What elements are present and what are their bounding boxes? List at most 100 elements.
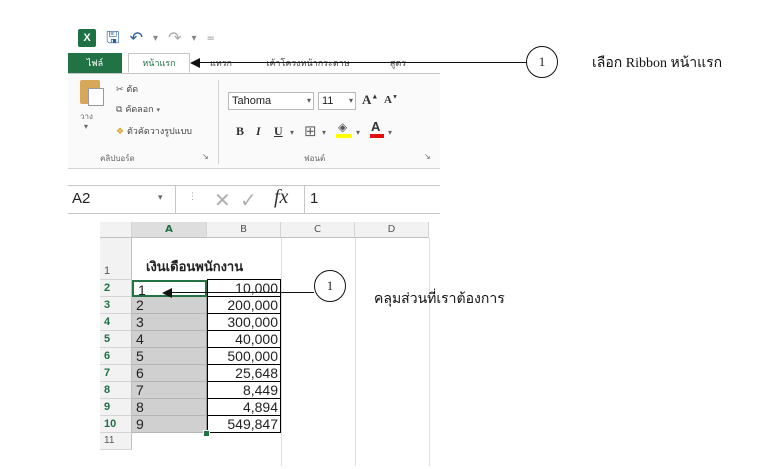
format-painter-button[interactable]: ❖ ตัวคัดวางรูปแบบ [116, 124, 192, 138]
borders-icon[interactable]: ⊞ [304, 122, 317, 140]
font-name-value: Tahoma [232, 95, 272, 107]
row-header[interactable]: 11 [100, 433, 132, 450]
shrink-font-label: A [384, 94, 392, 106]
gridline [355, 238, 356, 466]
row-header[interactable]: 3 [100, 297, 132, 314]
table-cell-b[interactable]: 40,000 [207, 331, 281, 348]
font-group-label: ฟอนต์ [304, 154, 326, 163]
redo-dropdown-icon[interactable]: ▾ [191, 33, 196, 44]
table-cell-a[interactable]: 2 [132, 297, 207, 314]
paintbrush-icon: ❖ [116, 127, 125, 137]
row-header[interactable]: 8 [100, 382, 132, 399]
callout-number: 1 [314, 270, 346, 302]
callout-line [168, 292, 314, 294]
font-color-dropdown-icon[interactable]: ▾ [388, 128, 392, 137]
group-divider [218, 80, 219, 164]
customize-qat-icon[interactable]: = [207, 33, 215, 44]
row-header[interactable]: 10 [100, 416, 132, 433]
table-cell-a[interactable]: 7 [132, 382, 207, 399]
formula-divider [304, 186, 305, 213]
font-launcher-icon[interactable]: ↘ [424, 152, 431, 161]
table-cell-b[interactable]: 500,000 [207, 348, 281, 365]
select-all-corner[interactable] [100, 222, 132, 238]
table-cell-a[interactable]: 8 [132, 399, 207, 416]
copy-label: คัดลอก [125, 105, 154, 115]
column-header-c[interactable]: C [281, 222, 355, 238]
insert-function-icon[interactable]: fx [274, 186, 288, 209]
fill-color-icon[interactable]: ◈ [336, 120, 352, 138]
table-cell-a[interactable]: 5 [132, 348, 207, 365]
row-header[interactable]: 9 [100, 399, 132, 416]
gridline [281, 238, 282, 466]
font-size-dropdown-icon: ▾ [348, 96, 353, 105]
table-cell-b[interactable]: 300,000 [207, 314, 281, 331]
column-header-a[interactable]: A [132, 222, 207, 238]
undo-icon[interactable]: ↶ [130, 30, 143, 46]
undo-dropdown-icon[interactable]: ▾ [153, 33, 158, 44]
gridline [429, 238, 430, 466]
font-size-select[interactable]: 11 ▾ [318, 92, 356, 110]
bold-button[interactable]: B [236, 124, 244, 139]
sheet-title-cell[interactable]: เงินเดือนพนักงาน [146, 256, 243, 277]
borders-dropdown-icon[interactable]: ▾ [322, 128, 326, 137]
table-cell-b[interactable]: 200,000 [207, 297, 281, 314]
font-name-dropdown-icon: ▾ [306, 96, 311, 105]
clipboard-group-label: คลิปบอร์ด [100, 154, 135, 163]
font-size-value: 11 [322, 95, 334, 107]
table-cell-a[interactable]: 9 [132, 416, 207, 433]
callout-text: คลุมส่วนที่เราต้องการ [374, 292, 505, 307]
grow-font-button[interactable]: A▲ [362, 92, 378, 108]
redo-icon[interactable]: ↷ [168, 30, 181, 46]
scissors-icon: ✂ [116, 85, 124, 95]
table-cell-a[interactable]: 4 [132, 331, 207, 348]
fill-handle[interactable] [203, 430, 210, 437]
row-header[interactable]: 6 [100, 348, 132, 365]
clipboard-launcher-icon[interactable]: ↘ [202, 152, 209, 161]
formula-bar-grip-icon: ⋮ [188, 192, 197, 202]
underline-button[interactable]: U [274, 124, 283, 139]
fill-color-dropdown-icon[interactable]: ▾ [356, 128, 360, 137]
table-cell-b[interactable]: 549,847 [207, 416, 281, 433]
callout-text: เลือก Ribbon หน้าแรก [592, 56, 723, 71]
column-header-d[interactable]: D [355, 222, 429, 238]
copy-icon: ⧉ [116, 105, 123, 115]
cancel-icon[interactable]: ✕ [214, 188, 231, 212]
font-color-icon[interactable]: A [370, 119, 384, 138]
column-header-b[interactable]: B [207, 222, 281, 238]
excel-logo-icon: X [78, 29, 96, 47]
table-cell-b[interactable]: 25,648 [207, 365, 281, 382]
quick-access-toolbar: X 🖫 ↶ ▾ ↷ ▾ = [78, 27, 215, 49]
row-header[interactable]: 7 [100, 365, 132, 382]
underline-dropdown-icon[interactable]: ▾ [290, 128, 294, 137]
table-cell-a[interactable]: 3 [132, 314, 207, 331]
callout-number: 1 [526, 46, 558, 78]
row-header[interactable]: 4 [100, 314, 132, 331]
callout-line [196, 62, 526, 64]
shrink-font-button[interactable]: A▼ [384, 94, 398, 106]
enter-icon[interactable]: ✓ [240, 188, 257, 212]
table-cell-a[interactable]: 6 [132, 365, 207, 382]
row-header[interactable]: 1 [100, 238, 132, 280]
grow-font-label: A [362, 92, 372, 107]
row-header[interactable]: 2 [100, 280, 132, 297]
name-box-dropdown-icon[interactable]: ▾ [158, 193, 163, 203]
format-painter-label: ตัวคัดวางรูปแบบ [126, 127, 192, 137]
table-cell-b[interactable]: 4,894 [207, 399, 281, 416]
ribbon-tabs: ไฟล์ หน้าแรก แทรก เค้าโครงหน้ากระดาษ สูต… [68, 53, 440, 74]
tab-file[interactable]: ไฟล์ [68, 53, 122, 73]
formula-input[interactable]: 1 [310, 190, 318, 207]
table-cell-b[interactable]: 8,449 [207, 382, 281, 399]
tab-home[interactable]: หน้าแรก [128, 53, 190, 73]
cut-button[interactable]: ✂ ตัด [116, 82, 138, 96]
row-header[interactable]: 5 [100, 331, 132, 348]
copy-dropdown-icon: ▾ [156, 106, 160, 114]
italic-button[interactable]: I [256, 124, 261, 139]
paste-sheet-icon [88, 88, 104, 106]
table-cell-b[interactable]: 10,000 [207, 280, 281, 297]
paste-dropdown-icon[interactable]: ▾ [84, 122, 88, 131]
save-icon[interactable]: 🖫 [106, 30, 120, 46]
formula-bar: A2 ▾ ⋮ ✕ ✓ fx 1 [68, 185, 440, 214]
ribbon-home: วาง ▾ ✂ ตัด ⧉ คัดลอก ▾ ❖ ตัวคัดวางรูปแบบ… [68, 74, 440, 169]
copy-button[interactable]: ⧉ คัดลอก ▾ [116, 102, 160, 116]
font-name-select[interactable]: Tahoma ▾ [228, 92, 314, 110]
